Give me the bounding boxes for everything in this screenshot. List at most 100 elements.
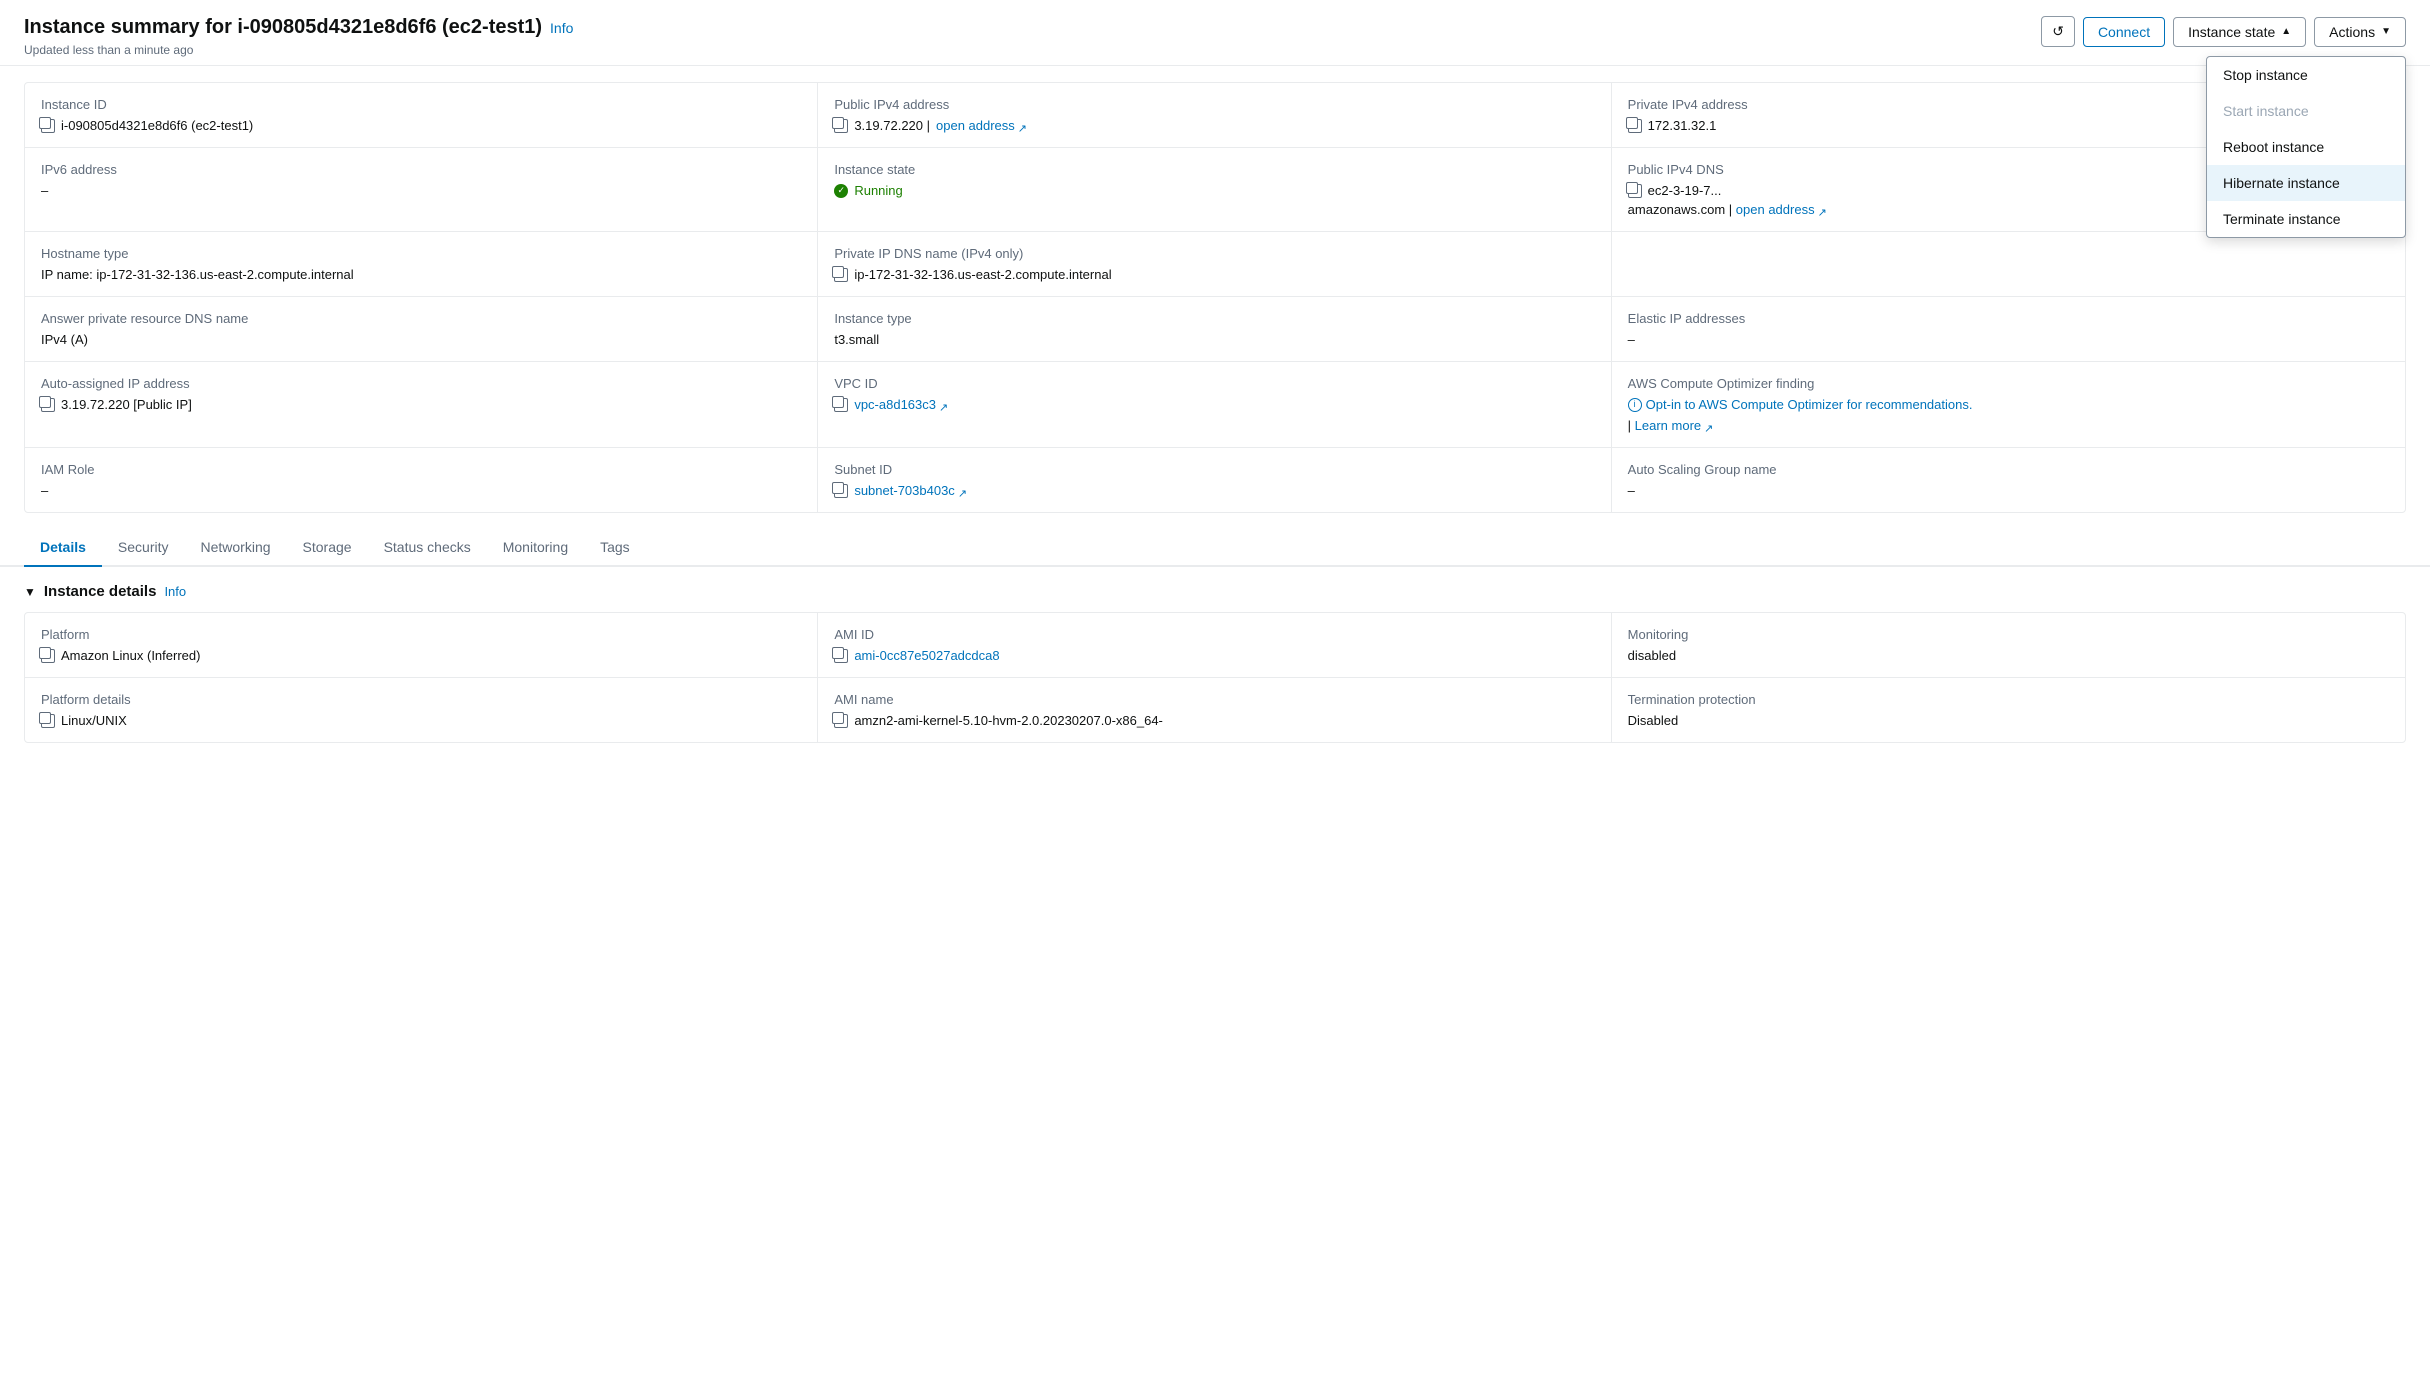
tab-status-checks[interactable]: Status checks (368, 529, 487, 567)
dns-external-icon (1818, 204, 1830, 216)
copy-private-dns-icon[interactable] (834, 268, 848, 282)
tabs-bar: Details Security Networking Storage Stat… (0, 529, 2430, 567)
dropdown-terminate-instance[interactable]: Terminate instance (2207, 201, 2405, 237)
copy-auto-ip-icon[interactable] (41, 398, 55, 412)
open-address-link[interactable]: open address (936, 118, 1030, 133)
dns-domain-text: amazonaws.com | (1628, 202, 1736, 217)
copy-public-ipv4-icon[interactable] (834, 119, 848, 133)
vpc-id-link[interactable]: vpc-a8d163c3 (854, 397, 951, 412)
instance-info-grid: Instance ID i-090805d4321e8d6f6 (ec2-tes… (24, 82, 2406, 513)
ami-name-text: amzn2-ami-kernel-5.10-hvm-2.0.20230207.0… (854, 713, 1163, 728)
tab-monitoring[interactable]: Monitoring (487, 529, 584, 567)
label-elastic-ip: Elastic IP addresses (1628, 311, 2389, 326)
label-iam-role: IAM Role (41, 462, 801, 477)
label-asg-name: Auto Scaling Group name (1628, 462, 2389, 477)
dropdown-reboot-instance[interactable]: Reboot instance (2207, 129, 2405, 165)
cell-answer-private-dns: Answer private resource DNS name IPv4 (A… (25, 297, 818, 362)
instance-details-section: ▼ Instance details Info Platform Amazon … (24, 583, 2406, 743)
tab-tags[interactable]: Tags (584, 529, 646, 567)
value-termination-protection: Disabled (1628, 713, 2389, 728)
section-toggle-icon[interactable]: ▼ (24, 585, 36, 599)
copy-platform-icon[interactable] (41, 649, 55, 663)
cell-instance-state: Instance state Running (818, 148, 1611, 232)
label-ipv6: IPv6 address (41, 162, 801, 177)
instance-state-button[interactable]: Instance state ▲ (2173, 17, 2306, 47)
cell-private-ip-dns: Private IP DNS name (IPv4 only) ip-172-3… (818, 232, 1611, 297)
cell-compute-optimizer: AWS Compute Optimizer finding i Opt-in t… (1612, 362, 2405, 448)
instance-details-grid: Platform Amazon Linux (Inferred) AMI ID … (24, 612, 2406, 743)
value-ami-name: amzn2-ami-kernel-5.10-hvm-2.0.20230207.0… (834, 713, 1594, 728)
hostname-type-text: IP name: ip-172-31-32-136.us-east-2.comp… (41, 267, 354, 282)
value-vpc-id: vpc-a8d163c3 (834, 397, 1594, 412)
label-answer-private-dns: Answer private resource DNS name (41, 311, 801, 326)
value-platform: Amazon Linux (Inferred) (41, 648, 801, 663)
header-title-row: Instance summary for i-090805d4321e8d6f6… (24, 16, 2041, 39)
copy-instance-id-icon[interactable] (41, 119, 55, 133)
elastic-ip-dash: – (1628, 332, 1635, 347)
dns-text: ec2-3-19-7... (1648, 183, 1722, 198)
refresh-button[interactable]: ↺ (2041, 16, 2075, 47)
dropdown-stop-instance[interactable]: Stop instance (2207, 57, 2405, 93)
cell-termination-protection: Termination protection Disabled (1612, 678, 2405, 742)
cell-ami-id: AMI ID ami-0cc87e5027adcdca8 (818, 613, 1611, 678)
status-running-text: Running (854, 183, 902, 198)
label-platform: Platform (41, 627, 801, 642)
dns-open-address-link[interactable]: open address (1736, 202, 1830, 217)
cell-subnet-id: Subnet ID subnet-703b403c (818, 448, 1611, 512)
value-subnet-id: subnet-703b403c (834, 483, 1594, 498)
tab-storage[interactable]: Storage (287, 529, 368, 567)
header-info-link[interactable]: Info (550, 20, 573, 36)
refresh-icon: ↺ (2052, 23, 2064, 40)
instance-type-text: t3.small (834, 332, 879, 347)
instance-state-dropdown: Stop instance Start instance Reboot inst… (2206, 56, 2406, 238)
value-compute-optimizer: i Opt-in to AWS Compute Optimizer for re… (1628, 397, 2389, 412)
tab-networking[interactable]: Networking (185, 529, 287, 567)
copy-vpc-icon[interactable] (834, 398, 848, 412)
label-subnet-id: Subnet ID (834, 462, 1594, 477)
copy-dns-icon[interactable] (1628, 184, 1642, 198)
optimizer-info-icon: i (1628, 398, 1642, 412)
optimizer-learn-more-row: | Learn more (1628, 418, 2389, 433)
cell-monitoring: Monitoring disabled (1612, 613, 2405, 678)
tab-details[interactable]: Details (24, 529, 102, 567)
cell-auto-assigned-ip: Auto-assigned IP address 3.19.72.220 [Pu… (25, 362, 818, 448)
label-private-ip-dns: Private IP DNS name (IPv4 only) (834, 246, 1594, 261)
learn-more-external-icon (1704, 420, 1716, 432)
actions-button[interactable]: Actions ▼ (2314, 17, 2406, 47)
cell-instance-id: Instance ID i-090805d4321e8d6f6 (ec2-tes… (25, 83, 818, 148)
value-monitoring: disabled (1628, 648, 2389, 663)
copy-private-ipv4-icon[interactable] (1628, 119, 1642, 133)
page-title: Instance summary for i-090805d4321e8d6f6… (24, 16, 542, 39)
copy-ami-name-icon[interactable] (834, 714, 848, 728)
section-info-link[interactable]: Info (164, 584, 186, 599)
value-ami-id: ami-0cc87e5027adcdca8 (834, 648, 1594, 663)
value-public-ipv4: 3.19.72.220 | open address (834, 118, 1594, 133)
label-termination-protection: Termination protection (1628, 692, 2389, 707)
label-instance-type: Instance type (834, 311, 1594, 326)
label-instance-id: Instance ID (41, 97, 801, 112)
label-monitoring: Monitoring (1628, 627, 2389, 642)
copy-subnet-icon[interactable] (834, 484, 848, 498)
copy-platform-details-icon[interactable] (41, 714, 55, 728)
learn-more-link[interactable]: Learn more (1635, 418, 1716, 433)
dropdown-hibernate-instance[interactable]: Hibernate instance (2207, 165, 2405, 201)
cell-instance-type: Instance type t3.small (818, 297, 1611, 362)
instance-state-label: Instance state (2188, 24, 2275, 40)
value-hostname-type: IP name: ip-172-31-32-136.us-east-2.comp… (41, 267, 801, 282)
instance-id-text: i-090805d4321e8d6f6 (ec2-test1) (61, 118, 253, 133)
optimizer-optin-link[interactable]: Opt-in to AWS Compute Optimizer for reco… (1646, 397, 1973, 412)
value-asg-name: – (1628, 483, 2389, 498)
cell-platform-details: Platform details Linux/UNIX (25, 678, 818, 742)
cell-elastic-ip: Elastic IP addresses – (1612, 297, 2405, 362)
value-platform-details: Linux/UNIX (41, 713, 801, 728)
subnet-id-link[interactable]: subnet-703b403c (854, 483, 969, 498)
cell-ipv6: IPv6 address – (25, 148, 818, 232)
content-area: Instance ID i-090805d4321e8d6f6 (ec2-tes… (0, 66, 2430, 775)
connect-button[interactable]: Connect (2083, 17, 2165, 47)
auto-ip-text: 3.19.72.220 [Public IP] (61, 397, 192, 412)
tab-security[interactable]: Security (102, 529, 185, 567)
copy-ami-icon[interactable] (834, 649, 848, 663)
external-link-icon (1018, 120, 1030, 132)
ami-id-link[interactable]: ami-0cc87e5027adcdca8 (854, 648, 999, 663)
private-ipv4-text: 172.31.32.1 (1648, 118, 1717, 133)
